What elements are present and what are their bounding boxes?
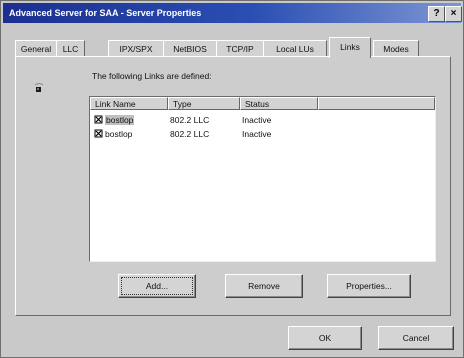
link-type: 802.2 LLC	[170, 115, 210, 125]
link-status: Inactive	[242, 115, 272, 125]
window-title: Advanced Server for SAA - Server Propert…	[9, 8, 202, 18]
link-item-icon	[94, 115, 103, 124]
tab-general[interactable]: General	[15, 40, 57, 57]
link-icon	[34, 83, 44, 92]
server-properties-window: Advanced Server for SAA - Server Propert…	[0, 0, 464, 358]
cancel-button[interactable]: Cancel	[378, 326, 454, 350]
table-row[interactable]: bostlop 802.2 LLC Inactive	[90, 128, 435, 141]
tab-modes[interactable]: Modes	[373, 40, 419, 57]
link-type: 802.2 LLC	[170, 129, 210, 139]
links-heading: The following Links are defined:	[92, 71, 212, 81]
link-status: Inactive	[242, 129, 272, 139]
column-header-filler	[318, 97, 435, 110]
help-button[interactable]: ?	[428, 6, 445, 22]
table-row[interactable]: bostlop 802.2 LLC Inactive	[90, 114, 435, 127]
tab-ipx-spx[interactable]: IPX/SPX	[108, 40, 164, 57]
add-button[interactable]: Add...	[118, 274, 196, 298]
column-header-type[interactable]: Type	[168, 97, 240, 110]
tab-local-lus[interactable]: Local LUs	[263, 40, 327, 57]
link-name: bostlop	[105, 129, 133, 139]
tab-tcp-ip[interactable]: TCP/IP	[216, 40, 264, 57]
link-item-icon	[94, 129, 103, 138]
link-name: bostlop	[105, 115, 135, 125]
title-bar[interactable]: Advanced Server for SAA - Server Propert…	[3, 3, 462, 23]
tab-strip: General LLC IPX/SPX NetBIOS TCP/IP Local…	[1, 37, 464, 58]
close-button[interactable]: ×	[445, 6, 462, 22]
ok-button[interactable]: OK	[288, 326, 362, 350]
column-header-status[interactable]: Status	[240, 97, 318, 110]
column-header-link-name[interactable]: Link Name	[90, 97, 168, 110]
properties-button[interactable]: Properties...	[327, 274, 411, 298]
list-header: Link Name Type Status	[90, 97, 435, 111]
links-list[interactable]: Link Name Type Status bostlop 802.2 LLC …	[89, 96, 436, 262]
remove-button[interactable]: Remove	[225, 274, 303, 298]
tab-llc[interactable]: LLC	[56, 40, 85, 57]
tab-links[interactable]: Links	[329, 37, 371, 58]
tab-netbios[interactable]: NetBIOS	[163, 40, 217, 57]
